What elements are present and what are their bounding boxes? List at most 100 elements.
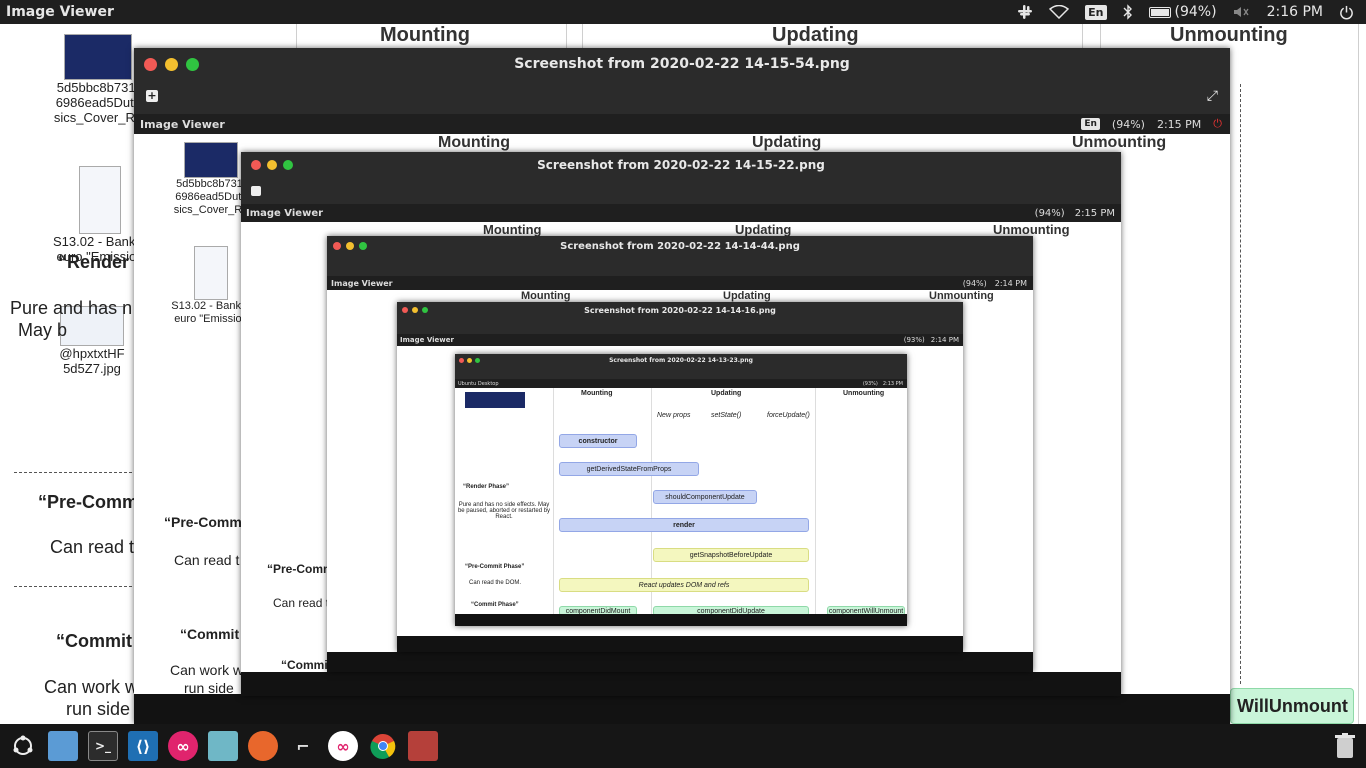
maximize-button[interactable] [422, 307, 428, 313]
ubuntu-icon[interactable] [8, 731, 38, 761]
app-menu-title[interactable]: Image Viewer [0, 4, 114, 20]
close-button[interactable] [251, 160, 261, 170]
screenshot-battery: (93%) [903, 336, 925, 344]
viewer-toolbar [397, 318, 963, 334]
window-controls [402, 302, 428, 318]
window-titlebar[interactable]: Screenshot from 2020-02-22 14-14-16.png [397, 302, 963, 318]
photos-icon[interactable] [408, 731, 438, 761]
precommit-phase-title: “Pre-Commit Phase” [465, 564, 525, 570]
node-label: getSnapshotBeforeUpdate [689, 551, 773, 559]
moji-icon[interactable]: ∞ [328, 731, 358, 761]
maximize-button[interactable] [475, 358, 480, 363]
image-viewer-window[interactable]: Screenshot from 2020-02-22 14-14-44.png … [327, 236, 1033, 672]
trash-icon[interactable] [1334, 732, 1356, 760]
screenshot-time: 2:15 PM [1156, 117, 1202, 131]
maximize-button[interactable] [186, 57, 199, 71]
precommit-phase-text: Can read t [50, 537, 135, 557]
image-viewer-window[interactable]: Screenshot from 2020-02-22 14-13-23.png … [455, 354, 907, 626]
window-title: Screenshot from 2020-02-22 14-15-54.png [514, 56, 850, 72]
constructor-node: constructor [559, 434, 637, 448]
screenshot-panel-title: Image Viewer [400, 336, 454, 344]
screenshot-battery: (93%) [862, 380, 878, 387]
minimize-button[interactable] [412, 307, 418, 313]
column-header-updating: Updating [772, 24, 859, 46]
document-thumbnail [194, 246, 228, 300]
window-controls [333, 236, 367, 256]
maximize-button[interactable] [283, 160, 293, 170]
window-titlebar[interactable]: Screenshot from 2020-02-22 14-15-54.png [134, 48, 1230, 80]
battery-fill [1150, 8, 1170, 16]
window-title: Screenshot from 2020-02-22 14-14-16.png [584, 305, 776, 315]
window-titlebar[interactable]: Screenshot from 2020-02-22 14-13-23.png [455, 354, 907, 367]
minimize-button[interactable] [346, 242, 354, 250]
file-name: @hpxtxtHF 5d5Z7.jpg [50, 346, 134, 376]
new-props-label: New props [657, 412, 691, 419]
clock[interactable]: 2:16 PM [1267, 4, 1323, 20]
firefox-icon[interactable] [248, 731, 278, 761]
power-icon[interactable] [1339, 5, 1354, 20]
window-title: Screenshot from 2020-02-22 14-13-23.png [609, 357, 753, 364]
terminal-icon[interactable]: >_ [88, 731, 118, 761]
keyboard-language-indicator[interactable]: En [1085, 4, 1107, 20]
power-icon: ⏻ [1213, 117, 1222, 130]
close-button[interactable] [144, 57, 157, 71]
wifi-icon[interactable] [1049, 5, 1070, 19]
screenshot-indicators: (94%) 2:14 PM [963, 279, 1033, 288]
vscode-icon[interactable]: ⟨⟩ [128, 731, 158, 761]
files-icon[interactable] [48, 731, 78, 761]
lifecycle-diagram: Mounting Updating Unmounting New props s… [455, 388, 907, 616]
battery-indicator[interactable]: (94%) [1148, 4, 1217, 20]
viewer-toolbar [327, 256, 1033, 276]
column-header-updating: Updating [752, 134, 822, 151]
add-icon[interactable]: + [146, 90, 158, 102]
bluetooth-icon[interactable] [1123, 4, 1133, 20]
phase-divider [14, 586, 132, 587]
force-update-label: forceUpdate() [767, 412, 810, 419]
minimize-button[interactable] [467, 358, 472, 363]
render-phase-text: May b [18, 320, 68, 340]
column-header-updating: Updating [723, 290, 771, 302]
close-button[interactable] [333, 242, 341, 250]
image-viewer-window[interactable]: Screenshot from 2020-02-22 14-14-16.png … [397, 302, 963, 652]
add-icon[interactable] [251, 186, 261, 196]
volume-icon[interactable] [1233, 5, 1251, 19]
window-controls [459, 354, 480, 367]
window-titlebar[interactable]: Screenshot from 2020-02-22 14-14-44.png [327, 236, 1033, 256]
minimize-button[interactable] [267, 160, 277, 170]
screenshot-battery: (94%) [1034, 207, 1065, 219]
close-button[interactable] [459, 358, 464, 363]
screenshot-panel-title: Image Viewer [331, 278, 393, 288]
node-label: WillUnmount [1237, 695, 1348, 716]
slack-icon[interactable] [1017, 4, 1033, 20]
crop-icon[interactable]: ⌐ [288, 731, 318, 761]
chrome-icon[interactable] [368, 731, 398, 761]
screen: Image Viewer En (94%) 2:16 PM Mounting U… [0, 0, 1366, 768]
screenshot-indicators: (94%) 2:15 PM [1035, 208, 1121, 219]
commit-phase-title: “Commit Phase” [471, 602, 519, 608]
top-panel: Image Viewer En (94%) 2:16 PM [0, 0, 1366, 24]
dock: >_ ⟨⟩ ∞ ⌐ ∞ [0, 724, 1366, 768]
column-header-updating: Updating [711, 390, 742, 397]
column-header-unmounting: Unmounting [929, 290, 994, 302]
column-header-unmounting: Unmounting [1170, 24, 1288, 46]
fullscreen-icon[interactable]: ⤢ [1207, 88, 1218, 104]
flickr-icon[interactable]: ∞ [168, 731, 198, 761]
screenshot-indicators: (93%) 2:14 PM [904, 336, 963, 344]
screenshot-top-panel: Image Viewer En (94%) 2:15 PM ⏻ [134, 114, 1230, 134]
close-button[interactable] [402, 307, 408, 313]
minimize-button[interactable] [165, 57, 178, 71]
window-title: Screenshot from 2020-02-22 14-14-44.png [560, 240, 800, 252]
screenshot-icon[interactable] [208, 731, 238, 761]
commit-phase-text: Can work w [170, 662, 244, 678]
set-state-label: setState() [711, 412, 742, 419]
column-header-unmounting: Unmounting [843, 390, 885, 397]
node-label: getDerivedStateFromProps [586, 465, 672, 473]
maximize-button[interactable] [359, 242, 367, 250]
image-viewer-window[interactable]: Screenshot from 2020-02-22 14-15-54.png … [134, 48, 1230, 724]
column-header-updating: Updating [735, 222, 792, 237]
render-phase-title: “Render [58, 252, 130, 272]
grid-line [1358, 24, 1359, 724]
get-derived-state-node: getDerivedStateFromProps [559, 462, 699, 476]
window-titlebar[interactable]: Screenshot from 2020-02-22 14-15-22.png [241, 152, 1121, 178]
image-viewer-window[interactable]: Screenshot from 2020-02-22 14-15-22.png … [241, 152, 1121, 696]
